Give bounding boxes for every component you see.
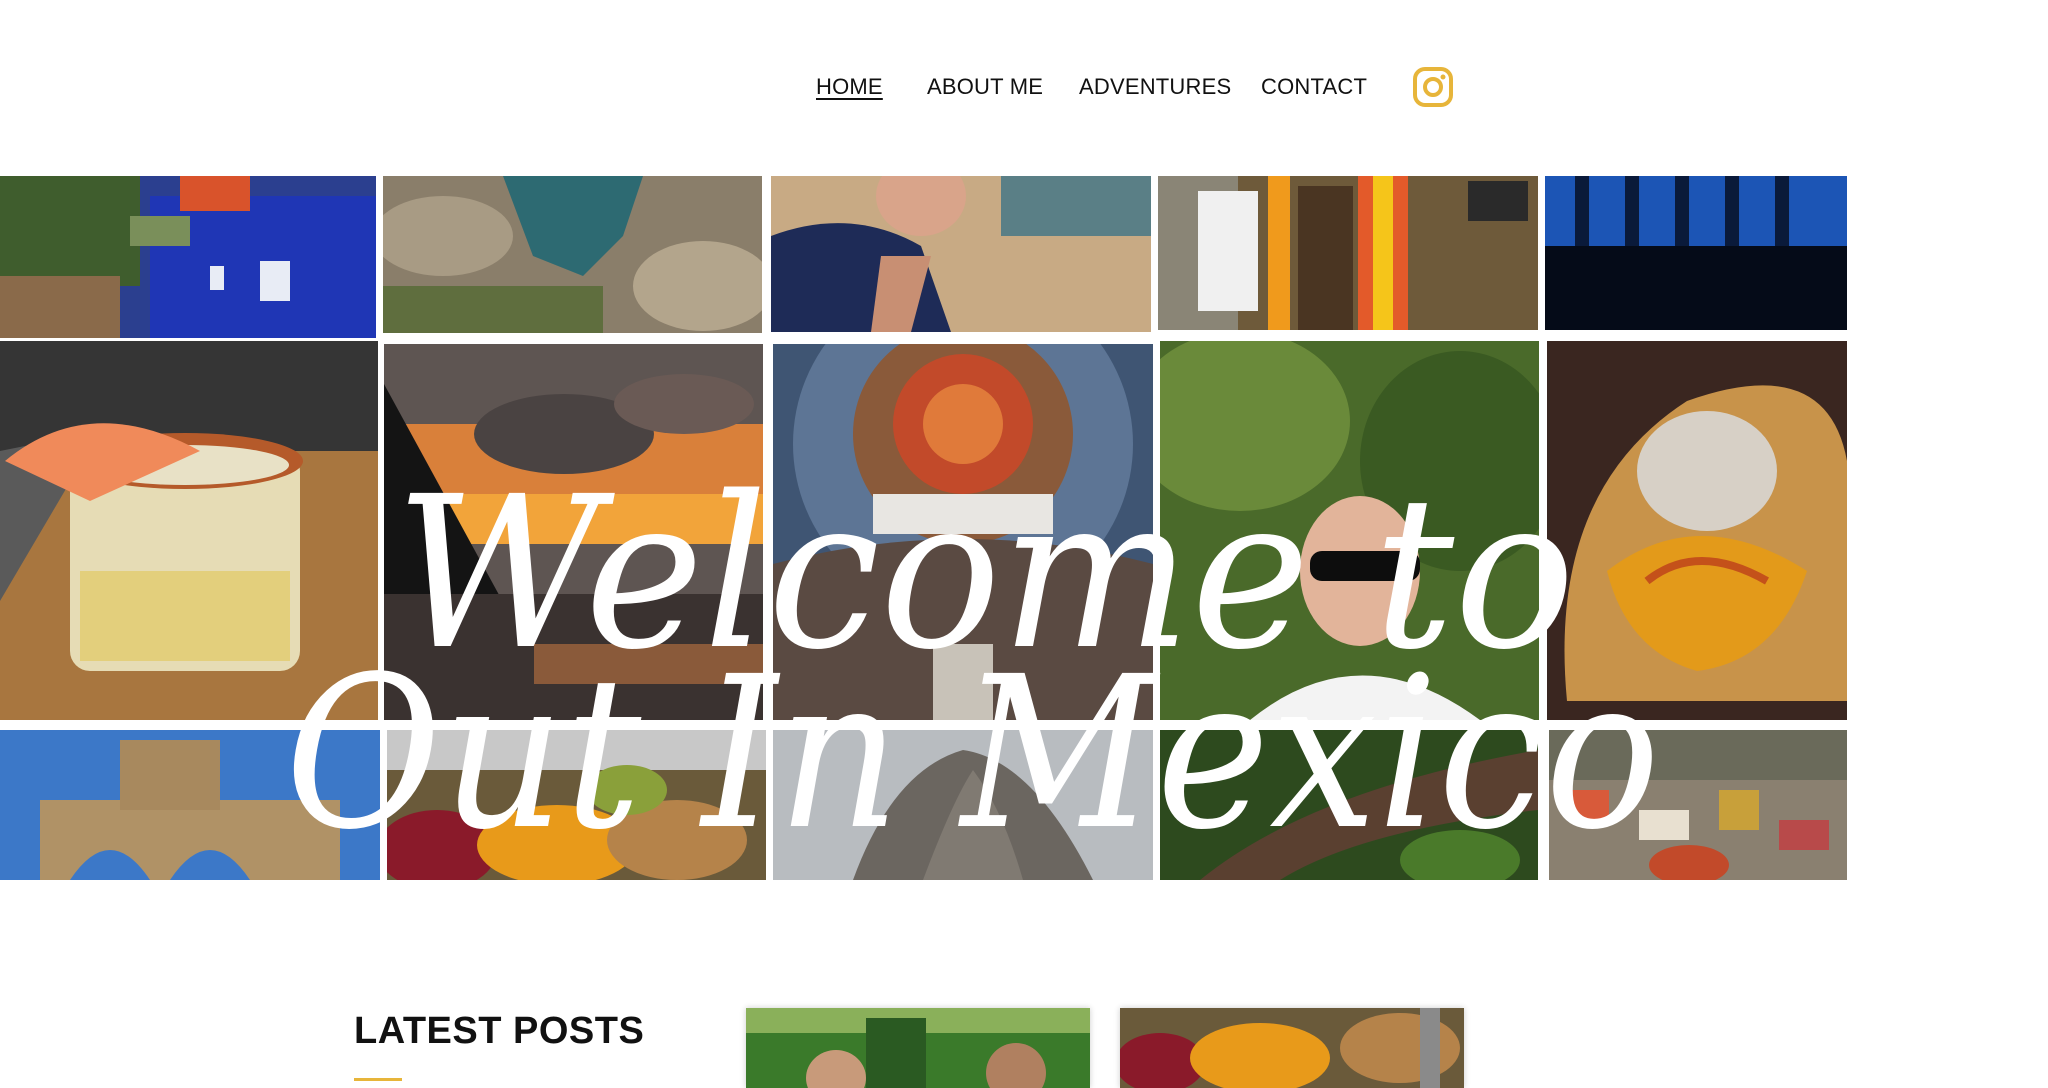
photo-rocky-coast xyxy=(383,176,762,333)
photo-man-beach xyxy=(771,176,1151,332)
photo-stone-arches xyxy=(0,730,380,880)
post-card-1[interactable] xyxy=(746,1008,1090,1088)
photo-flower-door xyxy=(1158,176,1538,330)
photo-fruit-market xyxy=(387,730,766,880)
photo-blue-house xyxy=(0,176,376,338)
photo-tree-trunk xyxy=(1160,730,1538,880)
photo-colorful-town xyxy=(1549,730,1847,880)
instagram-icon[interactable] xyxy=(1412,66,1454,108)
photo-man-garden xyxy=(1160,341,1539,720)
photo-sunset-beach xyxy=(384,344,763,720)
nav-adventures-link[interactable]: ADVENTURES xyxy=(1079,74,1231,100)
photo-plated-dish xyxy=(1547,341,1847,720)
photo-margarita xyxy=(0,341,378,720)
latest-posts-heading: LATEST POSTS xyxy=(354,1010,645,1052)
nav-contact-link[interactable]: CONTACT xyxy=(1261,74,1367,100)
photo-blue-building-night xyxy=(1545,176,1847,330)
nav-home-link[interactable]: HOME xyxy=(816,74,883,100)
post-card-2[interactable] xyxy=(1120,1008,1464,1088)
photo-collage xyxy=(0,176,1852,880)
main-nav: HOME ABOUT ME ADVENTURES CONTACT xyxy=(0,66,2048,110)
nav-about-link[interactable]: ABOUT ME xyxy=(927,74,1043,100)
photo-rock-mountain xyxy=(773,730,1153,880)
photo-dome-murals xyxy=(773,344,1153,720)
